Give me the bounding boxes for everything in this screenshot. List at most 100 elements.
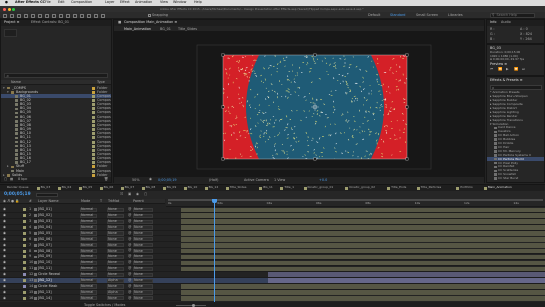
parent-pickwhip-icon[interactable]: @ [128, 243, 131, 247]
layer-label-color-swatch[interactable] [23, 273, 26, 277]
timeline-tab[interactable]: Kinetic_group_02 [349, 186, 375, 189]
layer-name[interactable]: [BG_11] [38, 266, 52, 270]
layer-name[interactable]: [BG_05] [38, 231, 52, 235]
timeline-tab[interactable]: BG_04 [62, 186, 72, 189]
parent-pickwhip-icon[interactable]: @ [128, 207, 131, 211]
item-label-color-swatch[interactable] [92, 169, 95, 173]
comp-exposure[interactable]: +0.0 [319, 178, 327, 182]
layer-label-color-swatch[interactable] [23, 290, 26, 294]
table-row[interactable]: ◉ 16 [BG_14] Normal None @ None [0, 296, 545, 302]
brush-tool-icon[interactable] [73, 13, 77, 18]
layer-label-color-swatch[interactable] [23, 243, 26, 247]
timeline-tab[interactable]: BG_11 [263, 186, 273, 189]
menu-animation[interactable]: Animation [135, 0, 152, 4]
comp-views[interactable]: 1 View [274, 178, 285, 182]
play-icon[interactable]: ▶ [506, 67, 509, 71]
item-label-color-swatch[interactable] [92, 90, 95, 94]
comp-zoom[interactable]: 50% [132, 178, 140, 182]
timeline-tab[interactable]: Title_1 [284, 186, 294, 189]
visibility-icon[interactable]: ◉ [3, 284, 6, 288]
item-label-color-swatch[interactable] [92, 86, 95, 90]
layer-label-color-swatch[interactable] [23, 249, 26, 253]
layer-label-color-swatch[interactable] [23, 225, 26, 229]
time-indicator-head[interactable] [211, 199, 217, 203]
visibility-icon[interactable]: ◉ [3, 219, 6, 223]
hand-tool-icon[interactable] [17, 13, 21, 18]
timeline-tab[interactable]: Render Queue [7, 186, 29, 189]
workspace-small-screen[interactable]: Small Screen [416, 13, 438, 17]
timeline-tab[interactable]: Title_Particles [421, 186, 442, 189]
item-label-color-swatch[interactable] [92, 115, 95, 119]
first-frame-icon[interactable]: ⏮ [490, 67, 493, 71]
layer-name[interactable]: [BG_01] [38, 207, 52, 211]
timeline-tab[interactable]: Portfolio [460, 186, 472, 189]
new-comp-icon[interactable]: ▦ [10, 177, 13, 181]
pen-tool-icon[interactable] [59, 13, 63, 18]
visibility-icon[interactable]: ◉ [3, 207, 6, 211]
parent-pickwhip-icon[interactable]: @ [128, 278, 131, 282]
visibility-icon[interactable]: ◉ [3, 260, 6, 264]
visibility-icon[interactable]: ◉ [3, 225, 6, 229]
visibility-icon[interactable]: ◉ [3, 254, 6, 258]
comp-lock-icon[interactable]: ■ [118, 20, 121, 24]
roto-brush-icon[interactable] [94, 13, 98, 18]
zoom-slider[interactable] [176, 304, 206, 306]
item-label-color-swatch[interactable] [92, 123, 95, 127]
parent-pickwhip-icon[interactable]: @ [128, 254, 131, 258]
item-label-color-swatch[interactable] [92, 157, 95, 161]
layer-duration-bar[interactable] [181, 296, 545, 301]
layer-label-color-swatch[interactable] [23, 296, 26, 300]
comp-frame[interactable] [114, 32, 484, 177]
parent-pickwhip-icon[interactable]: @ [128, 296, 131, 300]
layer-name[interactable]: [BG_02] [38, 213, 52, 217]
zoom-button[interactable] [12, 7, 15, 11]
comp-tab-main[interactable]: Main_Animation [124, 27, 151, 31]
timeline-tab[interactable]: Kinetic_group_01 [308, 186, 334, 189]
layer-duration-bar[interactable] [181, 242, 545, 248]
menu-window[interactable]: Window [173, 0, 186, 4]
layer-label-color-swatch[interactable] [23, 284, 26, 288]
zoom-slider-thumb[interactable] [192, 303, 195, 307]
item-label-color-swatch[interactable] [92, 119, 95, 123]
layer-name[interactable]: [BG_13] [38, 290, 52, 294]
layer-name[interactable]: Circle Reveal [38, 272, 60, 276]
parent-pickwhip-icon[interactable]: @ [128, 272, 131, 276]
timeline-search-field[interactable] [36, 193, 58, 197]
layer-duration-bar[interactable] [181, 207, 545, 213]
timeline-tab[interactable]: BG_08 [146, 186, 156, 189]
visibility-icon[interactable]: ◉ [3, 290, 6, 294]
col-name[interactable]: Name [11, 80, 21, 84]
camera-snapshot-icon[interactable]: ◉ [149, 177, 152, 181]
comp-timecode[interactable]: 0;00;05;19 [158, 178, 177, 182]
layer-duration-bar[interactable] [268, 272, 545, 278]
parent-pickwhip-icon[interactable]: @ [128, 249, 131, 253]
layer-label-color-swatch[interactable] [23, 214, 26, 218]
visibility-icon[interactable]: ◉ [3, 237, 6, 241]
layer-duration-bar[interactable] [181, 237, 545, 242]
time-ruler[interactable]: 0s 02s 04s 06s 08s 10s 12s 14s [166, 199, 545, 207]
visibility-icon[interactable]: ◉ [3, 296, 6, 300]
menu-help[interactable]: Help [194, 0, 202, 4]
bit-depth[interactable]: 8 bpc [18, 177, 27, 181]
workspace-default[interactable]: Default [368, 13, 380, 17]
comp-tab-bg01[interactable]: BG_01 [160, 27, 171, 31]
parent-pickwhip-icon[interactable]: @ [128, 225, 131, 229]
layer-name[interactable]: [BG_07] [38, 243, 52, 247]
item-label-color-swatch[interactable] [92, 111, 95, 115]
clone-stamp-icon[interactable] [80, 13, 84, 18]
camera-tool-icon[interactable] [38, 13, 42, 18]
parent-pickwhip-icon[interactable]: @ [128, 260, 131, 264]
home-icon[interactable] [3, 13, 7, 18]
item-label-color-swatch[interactable] [92, 148, 95, 152]
menu-layer[interactable]: Layer [105, 0, 114, 4]
graph-editor-icon[interactable]: ▢ [144, 192, 147, 196]
menu-effect[interactable]: Effect [120, 0, 130, 4]
parent-pickwhip-icon[interactable]: @ [128, 213, 131, 217]
timeline-tab[interactable]: Title_Slides [230, 186, 247, 189]
tab-info[interactable]: Info [490, 20, 496, 24]
parent-pickwhip-icon[interactable]: @ [128, 219, 131, 223]
snapping-checkbox[interactable] [148, 13, 151, 17]
rotate-tool-icon[interactable] [31, 13, 35, 18]
item-label-color-swatch[interactable] [92, 94, 95, 98]
visibility-icon[interactable]: ◉ [3, 278, 6, 282]
